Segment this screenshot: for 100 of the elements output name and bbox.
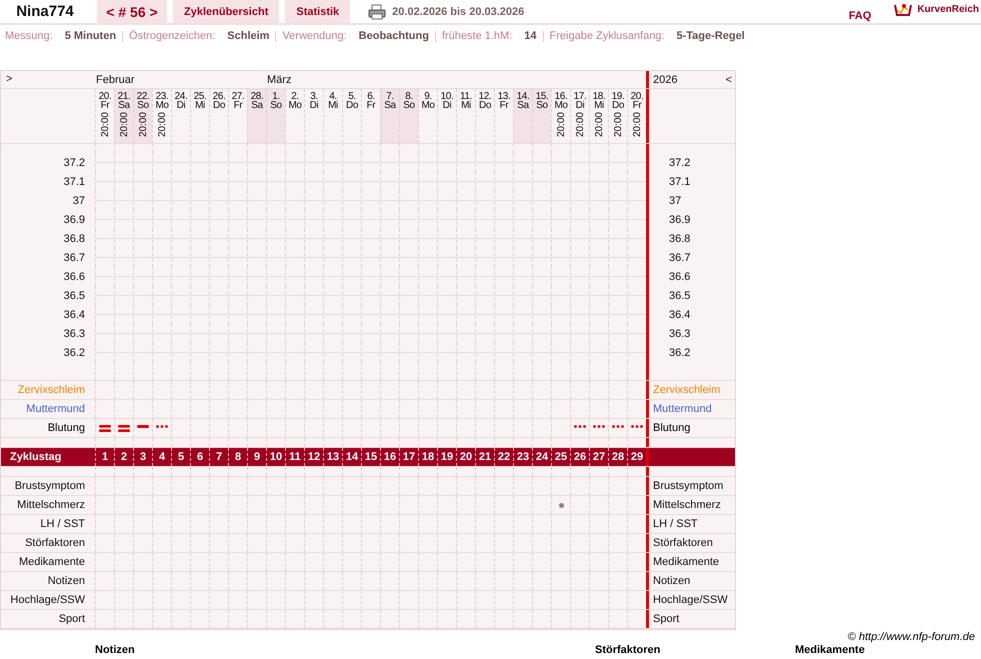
temperature-label: 36.8 bbox=[62, 232, 86, 246]
measurement-time: 20:00 bbox=[632, 112, 642, 138]
temperature-label: 37 bbox=[72, 194, 86, 208]
nav-link[interactable]: Statistik bbox=[285, 0, 350, 23]
row-label: Muttermund bbox=[652, 402, 713, 417]
bleeding-mark bbox=[574, 424, 586, 428]
temperature-label: 37.2 bbox=[62, 156, 86, 170]
day-date: 9. bbox=[424, 92, 432, 101]
measurement-time: 20:00 bbox=[614, 112, 622, 138]
weekday-label: Fr bbox=[500, 101, 508, 110]
weekday-label: Sa bbox=[251, 101, 263, 110]
temperature-label: 36.9 bbox=[668, 212, 692, 228]
day-date: 16. bbox=[554, 92, 568, 101]
date-range: 20.02.2026 bis 20.03.2026 bbox=[392, 4, 524, 20]
bleeding-mark bbox=[612, 424, 624, 428]
cycle-day-header: Zyklustag bbox=[9, 450, 62, 465]
temperature-label: 36.7 bbox=[62, 250, 86, 266]
weekday-label: Fr bbox=[234, 101, 242, 110]
weekday-label: Sa bbox=[384, 101, 396, 110]
cycle-day-number: 3 bbox=[133, 448, 152, 466]
day-date: 20. bbox=[630, 92, 644, 101]
measurement-time: 20:00 bbox=[594, 112, 604, 138]
row-label: Medikamente bbox=[18, 555, 86, 570]
row-label: LH / SST bbox=[652, 517, 699, 532]
day-date: 8. bbox=[405, 92, 413, 101]
cycle-day-number: 18 bbox=[418, 448, 437, 466]
row-label: Notizen bbox=[46, 574, 86, 589]
temperature-label: 37.1 bbox=[668, 174, 692, 190]
weekday-label: Sa bbox=[118, 101, 130, 110]
row-label: Sport bbox=[652, 612, 680, 627]
cycle-day-number: 2 bbox=[114, 448, 133, 466]
measurement-time: 20:00 bbox=[158, 112, 166, 138]
day-date: 7. bbox=[386, 92, 394, 101]
logo-icon bbox=[893, 2, 914, 18]
temperature-label: 36.9 bbox=[62, 212, 86, 228]
weekday-label: Do bbox=[213, 101, 225, 110]
cycle-day-number: 25 bbox=[551, 448, 570, 466]
row-label: Störfaktoren bbox=[652, 536, 714, 551]
cycle-day-number: 15 bbox=[361, 448, 380, 466]
weekday-label: So bbox=[536, 101, 548, 110]
day-date: 28. bbox=[250, 92, 264, 101]
weekday-label: Mi bbox=[328, 101, 338, 110]
cycle-day-number: 19 bbox=[437, 448, 456, 466]
temperature-label: 36.4 bbox=[62, 308, 86, 322]
weekday-label: So bbox=[270, 101, 282, 110]
cycle-day-number: 4 bbox=[152, 448, 171, 466]
section-heading: Störfaktoren bbox=[595, 644, 660, 656]
weekday-label: Sa bbox=[517, 101, 529, 110]
weekday-label: Mo bbox=[554, 101, 568, 110]
setting-value: 5-Tage-Regel bbox=[676, 30, 745, 42]
bleeding-mark bbox=[593, 424, 605, 428]
cycle-day-number: 6 bbox=[190, 448, 209, 466]
year-label: 2026 bbox=[653, 74, 678, 88]
cycle-navigation[interactable]: < # 56 > bbox=[97, 0, 167, 23]
cycle-day-number: 12 bbox=[304, 448, 323, 466]
day-date: 13. bbox=[498, 92, 510, 101]
temperature-label: 36.5 bbox=[62, 288, 86, 304]
temperature-label: 36.7 bbox=[668, 250, 692, 266]
cycle-day-number: 16 bbox=[380, 448, 399, 466]
printer-icon[interactable] bbox=[368, 4, 386, 20]
row-label: Mittelschmerz bbox=[652, 498, 722, 513]
setting-label: Freigabe Zyklusanfang: bbox=[550, 30, 664, 42]
cycle-day-number: 9 bbox=[247, 448, 266, 466]
row-label: Zervixschleim bbox=[16, 383, 86, 398]
weekday-label: Fr bbox=[366, 101, 376, 110]
day-date: 10. bbox=[440, 92, 454, 101]
bleeding-mark bbox=[156, 424, 168, 428]
faq-link[interactable]: FAQ bbox=[848, 0, 872, 23]
day-date: 17. bbox=[574, 92, 586, 101]
weekday-label: Di bbox=[442, 101, 452, 110]
cycle-day-number: 22 bbox=[494, 448, 513, 466]
measurement-time: 20:00 bbox=[120, 112, 128, 138]
temperature-label: 36.8 bbox=[668, 232, 692, 246]
weekday-label: Di bbox=[310, 101, 318, 110]
day-date: 5. bbox=[348, 92, 356, 101]
temperature-label: 36.5 bbox=[668, 288, 692, 304]
weekday-label: Do bbox=[479, 101, 491, 110]
day-date: 24. bbox=[174, 92, 188, 101]
setting-label: Messung: bbox=[5, 30, 53, 42]
day-date: 2. bbox=[291, 92, 299, 101]
cycle-day-number: 11 bbox=[285, 448, 304, 466]
day-date: 20. bbox=[98, 92, 112, 101]
section-heading: Notizen bbox=[95, 644, 135, 656]
setting-value: 14 bbox=[524, 30, 537, 42]
row-label: Hochlage/SSW bbox=[652, 593, 729, 608]
weekday-label: Fr bbox=[100, 101, 110, 110]
previous-arrow[interactable]: > bbox=[6, 73, 12, 85]
day-date: 23. bbox=[156, 92, 168, 101]
day-date: 15. bbox=[536, 92, 548, 101]
cycle-day-number: 23 bbox=[513, 448, 532, 466]
temperature-label: 36.3 bbox=[62, 326, 86, 342]
day-date: 18. bbox=[592, 92, 606, 101]
next-arrow[interactable]: < bbox=[726, 74, 732, 88]
user-name: Nina774 bbox=[15, 2, 75, 22]
day-date: 3. bbox=[310, 92, 318, 101]
copyright-link[interactable]: © http://www.nfp-forum.de bbox=[848, 631, 975, 643]
weekday-label: So bbox=[403, 101, 415, 110]
nav-link[interactable]: Zyklenübersicht bbox=[173, 0, 280, 23]
setting-value: Beobachtung bbox=[358, 30, 429, 42]
day-date: 1. bbox=[272, 92, 280, 101]
